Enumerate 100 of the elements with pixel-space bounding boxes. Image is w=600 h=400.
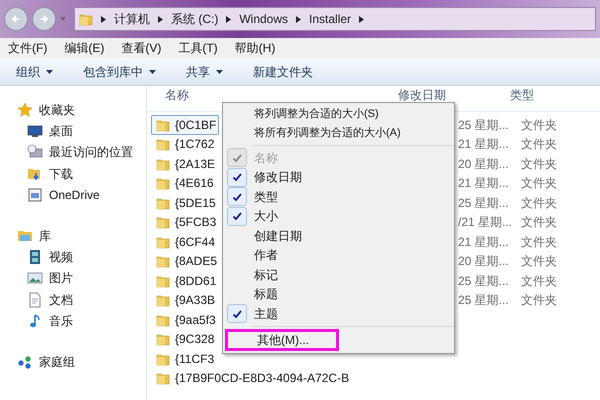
menu-checkbox-item[interactable]: 作者 — [223, 246, 454, 265]
nav-item[interactable]: 桌面 — [49, 122, 73, 140]
window-icon — [27, 187, 43, 204]
folder-icon — [156, 215, 170, 230]
menu-item[interactable]: 帮助(H) — [234, 39, 276, 57]
caret-icon — [216, 70, 223, 74]
nav-item[interactable]: 下载 — [49, 164, 73, 183]
menu-checkbox-item[interactable]: 标记 — [223, 265, 454, 284]
menu-action[interactable]: 将所有列调整为合适的大小(A) — [223, 124, 454, 143]
nav-group-label[interactable]: 库 — [39, 226, 51, 244]
file-name-cell[interactable]: {5FCB3 — [151, 212, 220, 232]
menu-item-label: 标题 — [253, 286, 278, 304]
date-cell-text: 20 星期... — [458, 156, 509, 173]
menu-item-label: 创建日期 — [253, 228, 302, 245]
file-name-cell[interactable]: {6CF44 — [151, 232, 218, 252]
type-cell-text: 文件夹 — [521, 214, 557, 232]
file-name-cell[interactable]: {17B9F0CD-E8D3-4094-A72C-B — [151, 368, 352, 388]
menu-checkbox-item[interactable]: 类型 — [223, 187, 454, 206]
column-header[interactable]: 名称 — [147, 86, 390, 104]
forward-button[interactable] — [32, 7, 56, 31]
date-cell-text: /21 星期... — [458, 214, 512, 232]
menu-checkbox-item[interactable]: 创建日期 — [223, 226, 454, 246]
computer-clock-icon — [27, 144, 43, 160]
date-cell-text: 25 星期... — [458, 116, 509, 134]
file-name-cell[interactable]: {11CF3 — [151, 348, 218, 369]
chevron-right-icon — [158, 16, 163, 22]
column-header[interactable]: 修改日期 — [390, 86, 502, 104]
menu-item[interactable]: 文件(F) — [8, 39, 48, 57]
date-cell-text: 25 星期... — [458, 272, 509, 290]
file-name-cell[interactable]: {8ADE5 — [151, 251, 220, 272]
toolbar-button[interactable]: 包含到库中 — [83, 62, 156, 80]
folder-icon — [156, 274, 170, 288]
menu-item-label: 作者 — [253, 247, 278, 264]
menu-item-label: 名称 — [253, 150, 278, 167]
nav-item[interactable]: 音乐 — [49, 312, 73, 330]
date-cell-text: 21 星期... — [458, 136, 509, 154]
menu-item[interactable]: 编辑(E) — [64, 39, 104, 57]
caret-icon — [149, 70, 156, 74]
type-cell-text: 文件夹 — [521, 234, 557, 251]
folder-icon — [156, 137, 170, 152]
menu-item-label: 修改日期 — [253, 169, 302, 186]
breadcrumb[interactable]: Installer — [309, 10, 352, 28]
breadcrumb[interactable]: 计算机 — [114, 10, 150, 28]
type-cell-text: 文件夹 — [521, 116, 557, 134]
file-name-cell[interactable]: {5DE15 — [151, 192, 219, 213]
menu-checkbox-item[interactable]: 大小 — [223, 206, 454, 226]
folder-icon — [156, 312, 170, 327]
nav-item[interactable]: 最近访问的位置 — [49, 143, 133, 162]
type-cell-text: 文件夹 — [521, 194, 557, 212]
nav-item[interactable]: 图片 — [49, 269, 73, 288]
file-name-cell[interactable]: {4E616 — [151, 173, 217, 194]
breadcrumb[interactable]: 系统 (C:) — [171, 10, 218, 28]
back-button[interactable] — [4, 7, 28, 31]
menu-checkbox-item[interactable]: 修改日期 — [223, 168, 454, 187]
file-name-cell[interactable]: {9C328 — [151, 329, 218, 350]
column-header[interactable]: 类型 — [502, 86, 534, 104]
caret-icon — [46, 70, 53, 74]
toolbar-button[interactable]: 共享 — [186, 62, 223, 80]
nav-item[interactable]: 视频 — [49, 248, 73, 266]
folder-icon — [79, 12, 93, 26]
arrow-right-icon — [39, 14, 49, 24]
menu-checkbox-item[interactable]: 标题 — [223, 284, 454, 304]
folder-icon — [156, 332, 170, 346]
menu-checkbox-item[interactable]: 主题 — [223, 304, 454, 324]
file-name-cell[interactable]: {0C1BF — [151, 114, 220, 135]
address-bar[interactable]: 计算机 系统 (C:) Windows Installer — [74, 7, 596, 31]
toolbar-button[interactable]: 组织 — [16, 62, 53, 80]
nav-item[interactable]: OneDrive — [49, 186, 100, 204]
menu-item-label: 主题 — [253, 306, 278, 323]
folder-icon — [156, 234, 170, 249]
type-cell-text: 文件夹 — [521, 292, 557, 310]
folder-icon — [156, 254, 170, 268]
date-cell-text: 21 星期... — [458, 175, 509, 192]
nav-group-label[interactable]: 收藏夹 — [39, 100, 75, 118]
folder-icon — [156, 196, 170, 210]
nav-group-label[interactable]: 家庭组 — [39, 352, 75, 370]
chevron-right-icon — [359, 16, 364, 22]
type-cell-text: 文件夹 — [521, 175, 557, 192]
file-name-cell[interactable]: {9aa5f3 — [151, 310, 219, 330]
menu-item-label: 大小 — [253, 208, 278, 226]
date-cell-text: 20 星期... — [458, 253, 509, 270]
type-cell-text: 文件夹 — [521, 136, 557, 154]
file-name-cell[interactable]: {1C762 — [151, 134, 218, 154]
menu-item[interactable]: 查看(V) — [121, 39, 162, 57]
file-name-cell[interactable]: {8DD61 — [151, 270, 220, 291]
breadcrumb[interactable]: Windows — [239, 10, 288, 28]
arrow-left-icon — [11, 14, 21, 24]
menu-item[interactable]: 工具(T) — [178, 39, 218, 57]
document-icon — [27, 292, 43, 308]
folder-icon — [156, 293, 170, 308]
toolbar-button[interactable]: 新建文件夹 — [253, 62, 313, 80]
monitor-icon — [27, 122, 43, 139]
star-icon — [17, 102, 33, 118]
chevron-right-icon — [226, 16, 232, 22]
date-cell-text: 25 星期... — [458, 194, 509, 212]
nav-item[interactable]: 文档 — [49, 290, 73, 309]
more-menu-item[interactable]: 其他(M)... — [225, 328, 339, 350]
file-name-cell[interactable]: {2A13E — [151, 154, 218, 174]
menu-action[interactable]: 将列调整为合适的大小(S) — [223, 105, 454, 124]
file-name-cell[interactable]: {9A33B — [151, 290, 218, 310]
